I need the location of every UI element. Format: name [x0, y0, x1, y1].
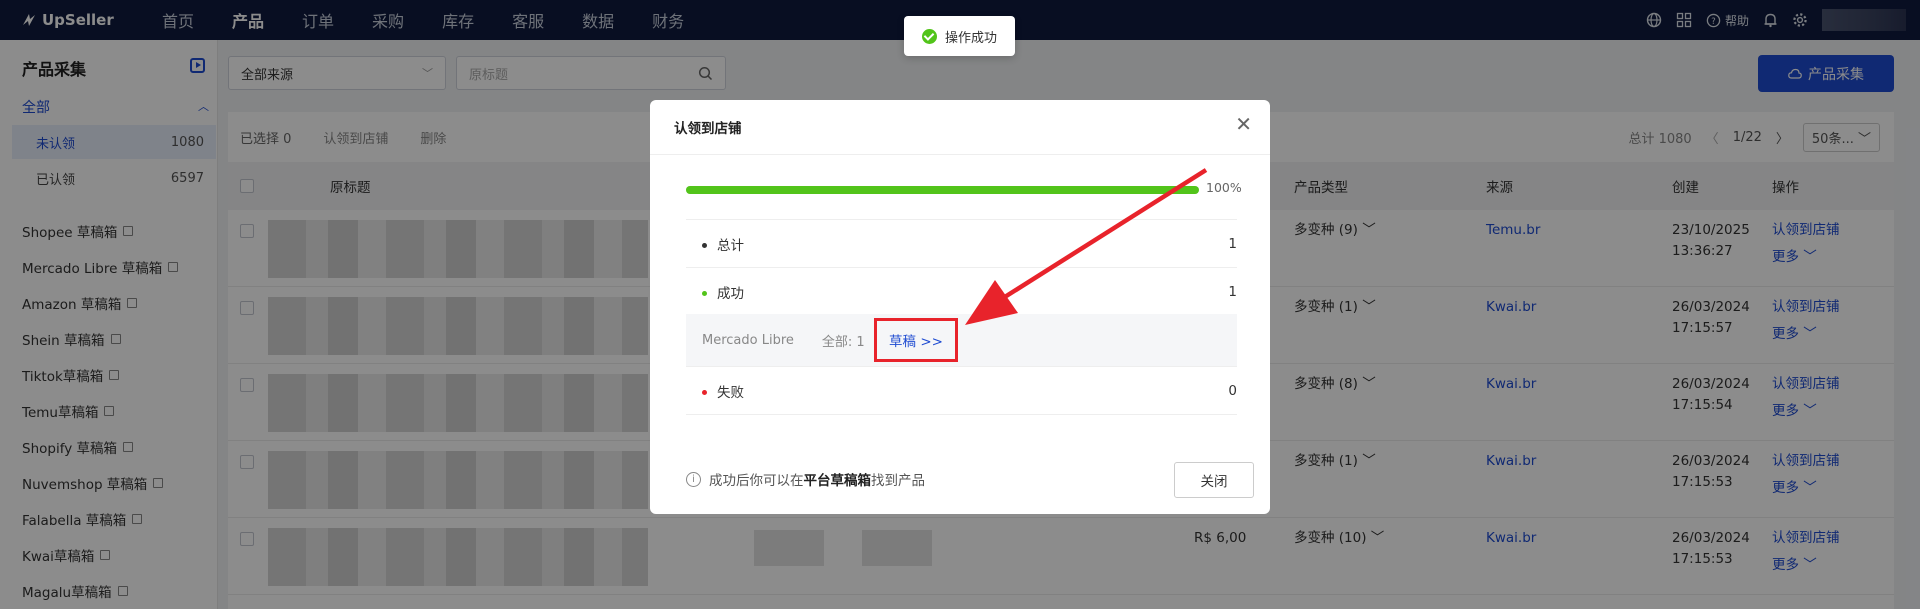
close-icon[interactable]: ✕ — [1235, 112, 1252, 136]
success-detail-row: Mercado Libre 全部: 1 — [686, 314, 1237, 366]
result-success-row: 成功 1 — [686, 267, 1237, 315]
modal-divider — [650, 154, 1270, 155]
check-circle-icon — [921, 28, 937, 44]
result-total-row: 总计 1 — [686, 219, 1237, 267]
total-label: 总计 — [717, 237, 744, 254]
platform-name: Mercado Libre — [702, 332, 794, 348]
toast-message: 操作成功 — [944, 30, 997, 46]
total-value: 1 — [1228, 235, 1237, 252]
dot-icon — [702, 390, 707, 395]
success-label: 成功 — [717, 285, 744, 302]
progress-bar — [686, 186, 1199, 194]
progress-fill — [686, 186, 1199, 194]
dot-icon — [702, 243, 707, 248]
info-icon: i — [686, 471, 701, 487]
platform-count: 全部: 1 — [821, 334, 865, 350]
progress-percent: 100% — [1206, 180, 1242, 195]
success-toast: 操作成功 — [904, 16, 1015, 56]
close-button[interactable]: 关闭 — [1174, 462, 1254, 498]
note-bold: 平台草稿箱 — [803, 473, 872, 489]
note-prefix: 成功后你可以在 — [709, 473, 804, 489]
result-fail-row: 失败 0 — [686, 366, 1237, 414]
row-divider — [686, 414, 1237, 415]
claim-result-modal: 认领到店铺 ✕ 100% 总计 1 成功 1 Mercado Libre 全部:… — [650, 100, 1270, 514]
modal-title: 认领到店铺 — [674, 121, 742, 137]
draft-link[interactable]: 草稿 >> — [874, 318, 958, 362]
note-suffix: 找到产品 — [871, 473, 925, 489]
dot-icon — [702, 291, 707, 296]
footer-note: i 成功后你可以在平台草稿箱找到产品 — [686, 469, 925, 489]
close-button-label: 关闭 — [1200, 474, 1228, 490]
draft-link-label: 草稿 >> — [889, 334, 943, 350]
fail-value: 0 — [1228, 382, 1237, 399]
success-value: 1 — [1228, 283, 1237, 300]
fail-label: 失败 — [717, 384, 744, 401]
